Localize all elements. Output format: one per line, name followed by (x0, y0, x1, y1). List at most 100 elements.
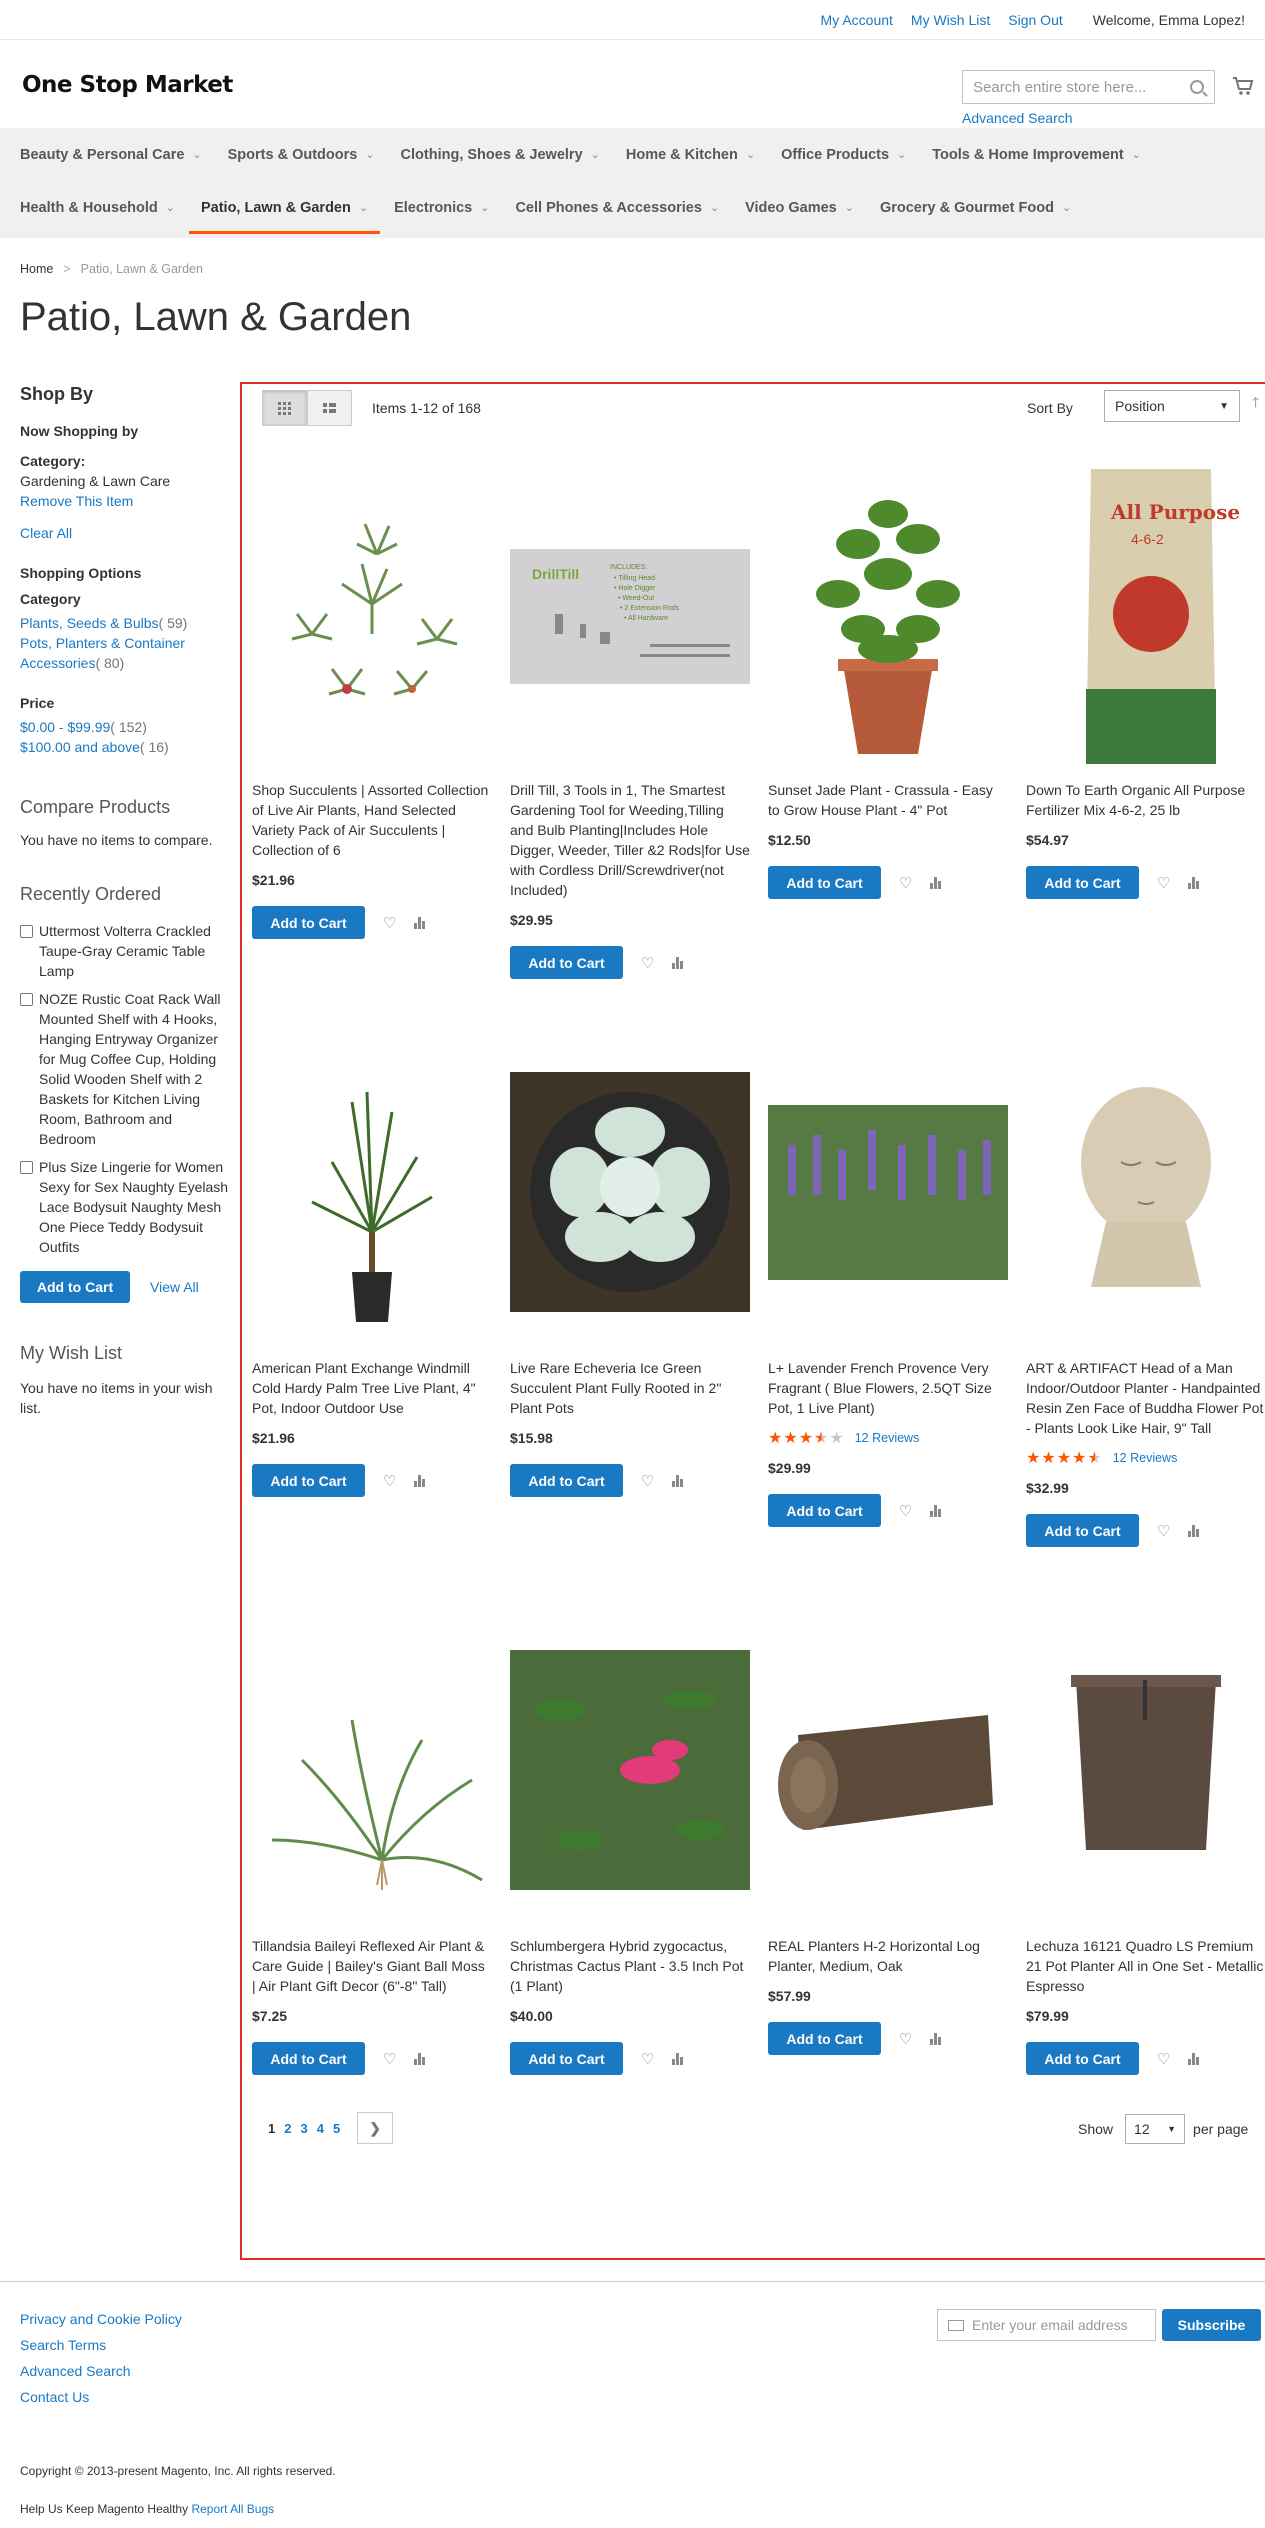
filter-price-low[interactable]: $0.00 - $99.99 (20, 719, 110, 735)
nav-item[interactable]: Tools & Home Improvement ⌄ (932, 128, 1141, 181)
nav-item[interactable]: Health & Household ⌄ (20, 181, 175, 234)
compare-icon[interactable] (930, 1504, 942, 1517)
add-to-cart-button[interactable]: Add to Cart (510, 2042, 623, 2075)
add-to-cart-button[interactable]: Add to Cart (510, 1464, 623, 1497)
add-to-cart-button[interactable]: Add to Cart (252, 1464, 365, 1497)
heart-icon[interactable]: ♡ (899, 2030, 912, 2048)
sign-out-link[interactable]: Sign Out (1008, 12, 1062, 28)
lavender-image[interactable] (768, 1042, 1008, 1342)
product-name[interactable]: ART & ARTIFACT Head of a Man Indoor/Outd… (1026, 1358, 1265, 1438)
product-name[interactable]: Tillandsia Baileyi Reflexed Air Plant & … (252, 1936, 492, 1996)
nav-item[interactable]: Clothing, Shoes & Jewelry ⌄ (401, 128, 600, 181)
compare-icon[interactable] (930, 876, 942, 889)
compare-icon[interactable] (1188, 876, 1200, 889)
report-bugs-link[interactable]: Report All Bugs (191, 2502, 274, 2516)
compare-icon[interactable] (672, 1474, 684, 1487)
footer-advanced-search-link[interactable]: Advanced Search (20, 2363, 182, 2379)
nav-item[interactable]: Sports & Outdoors ⌄ (228, 128, 375, 181)
drill-till-image[interactable]: DrillTill INCLUDES: • Tilling Head • Hole D… (510, 464, 750, 764)
heart-icon[interactable]: ♡ (1157, 874, 1170, 892)
heart-icon[interactable]: ♡ (641, 1472, 654, 1490)
nav-item[interactable]: Grocery & Gourmet Food ⌄ (880, 181, 1071, 234)
store-logo[interactable]: One Stop Market (22, 72, 233, 98)
add-to-cart-button[interactable]: Add to Cart (1026, 866, 1139, 899)
nav-item[interactable]: Patio, Lawn & Garden ⌄ (188, 181, 381, 234)
compare-icon[interactable] (1188, 2052, 1200, 2065)
page-link[interactable]: 2 (284, 2121, 291, 2136)
page-link[interactable]: 4 (317, 2121, 324, 2136)
product-name[interactable]: REAL Planters H-2 Horizontal Log Planter… (768, 1936, 1008, 1976)
add-to-cart-button[interactable]: Add to Cart (252, 2042, 365, 2075)
cart-icon[interactable] (1232, 76, 1254, 96)
air-plants-image[interactable] (252, 464, 492, 764)
palm-tree-image[interactable] (252, 1042, 492, 1342)
filter-plants-seeds-bulbs[interactable]: Plants, Seeds & Bulbs (20, 615, 159, 631)
tillandsia-image[interactable] (252, 1620, 492, 1920)
nav-item[interactable]: Video Games ⌄ (745, 181, 854, 234)
list-mode-button[interactable] (307, 390, 352, 426)
nav-item[interactable]: Office Products ⌄ (781, 128, 906, 181)
remove-filter-link[interactable]: Remove This Item (20, 493, 133, 509)
recent-item-checkbox[interactable] (20, 925, 33, 938)
newsletter-email-input[interactable]: Enter your email address (937, 2309, 1156, 2341)
sort-by-select[interactable]: Position ▼ (1104, 390, 1240, 422)
heart-icon[interactable]: ♡ (1157, 1522, 1170, 1540)
head-planter-image[interactable] (1026, 1042, 1265, 1342)
nav-item[interactable]: Electronics ⌄ (394, 181, 489, 234)
fertilizer-bag-image[interactable]: All Purpose 4-6-2 (1026, 464, 1265, 764)
compare-icon[interactable] (672, 2052, 684, 2065)
reviews-link[interactable]: 12 Reviews (855, 1431, 920, 1445)
recent-item-checkbox[interactable] (20, 993, 33, 1006)
product-name[interactable]: Sunset Jade Plant - Crassula - Easy to G… (768, 780, 1008, 820)
recent-item-name[interactable]: Uttermost Volterra Crackled Taupe-Gray C… (39, 921, 232, 981)
clear-all-link[interactable]: Clear All (20, 525, 72, 541)
filter-price-high[interactable]: $100.00 and above (20, 739, 140, 755)
recent-add-to-cart-button[interactable]: Add to Cart (20, 1271, 130, 1303)
search-input[interactable]: Search entire store here... (962, 70, 1215, 104)
product-name[interactable]: Shop Succulents | Assorted Collection of… (252, 780, 492, 860)
product-name[interactable]: Schlumbergera Hybrid zygocactus, Christm… (510, 1936, 750, 1996)
my-wishlist-link[interactable]: My Wish List (911, 12, 990, 28)
sort-direction-icon[interactable]: 🡑 (1252, 392, 1259, 416)
product-name[interactable]: Drill Till, 3 Tools in 1, The Smartest G… (510, 780, 750, 900)
heart-icon[interactable]: ♡ (383, 2050, 396, 2068)
product-name[interactable]: Live Rare Echeveria Ice Green Succulent … (510, 1358, 750, 1418)
jade-plant-image[interactable] (768, 464, 1008, 764)
christmas-cactus-image[interactable] (510, 1620, 750, 1920)
compare-icon[interactable] (414, 916, 426, 929)
heart-icon[interactable]: ♡ (899, 1502, 912, 1520)
contact-us-link[interactable]: Contact Us (20, 2389, 182, 2405)
product-name[interactable]: L+ Lavender French Provence Very Fragran… (768, 1358, 1008, 1418)
log-planter-image[interactable] (768, 1620, 1008, 1920)
product-name[interactable]: Down To Earth Organic All Purpose Fertil… (1026, 780, 1265, 820)
compare-icon[interactable] (672, 956, 684, 969)
grid-mode-button[interactable] (262, 390, 307, 426)
search-icon[interactable] (1190, 80, 1204, 94)
add-to-cart-button[interactable]: Add to Cart (1026, 1514, 1139, 1547)
heart-icon[interactable]: ♡ (1157, 2050, 1170, 2068)
compare-icon[interactable] (414, 2052, 426, 2065)
reviews-link[interactable]: 12 Reviews (1113, 1451, 1178, 1465)
privacy-link[interactable]: Privacy and Cookie Policy (20, 2311, 182, 2327)
compare-icon[interactable] (1188, 1524, 1200, 1537)
echeveria-image[interactable] (510, 1042, 750, 1342)
nav-item[interactable]: Home & Kitchen ⌄ (626, 128, 755, 181)
compare-icon[interactable] (414, 1474, 426, 1487)
view-all-link[interactable]: View All (150, 1279, 199, 1295)
recent-item-name[interactable]: NOZE Rustic Coat Rack Wall Mounted Shelf… (39, 989, 232, 1149)
add-to-cart-button[interactable]: Add to Cart (252, 906, 365, 939)
product-name[interactable]: American Plant Exchange Windmill Cold Ha… (252, 1358, 492, 1418)
quadro-planter-image[interactable] (1026, 1620, 1265, 1920)
subscribe-button[interactable]: Subscribe (1162, 2309, 1261, 2341)
product-name[interactable]: Lechuza 16121 Quadro LS Premium 21 Pot P… (1026, 1936, 1265, 1996)
add-to-cart-button[interactable]: Add to Cart (510, 946, 623, 979)
compare-icon[interactable] (930, 2032, 942, 2045)
add-to-cart-button[interactable]: Add to Cart (768, 1494, 881, 1527)
advanced-search-link[interactable]: Advanced Search (962, 110, 1073, 126)
recent-item-name[interactable]: Plus Size Lingerie for Women Sexy for Se… (39, 1157, 232, 1257)
my-account-link[interactable]: My Account (821, 12, 893, 28)
add-to-cart-button[interactable]: Add to Cart (768, 866, 881, 899)
heart-icon[interactable]: ♡ (641, 954, 654, 972)
nav-item[interactable]: Beauty & Personal Care ⌄ (20, 128, 202, 181)
recent-item-checkbox[interactable] (20, 1161, 33, 1174)
